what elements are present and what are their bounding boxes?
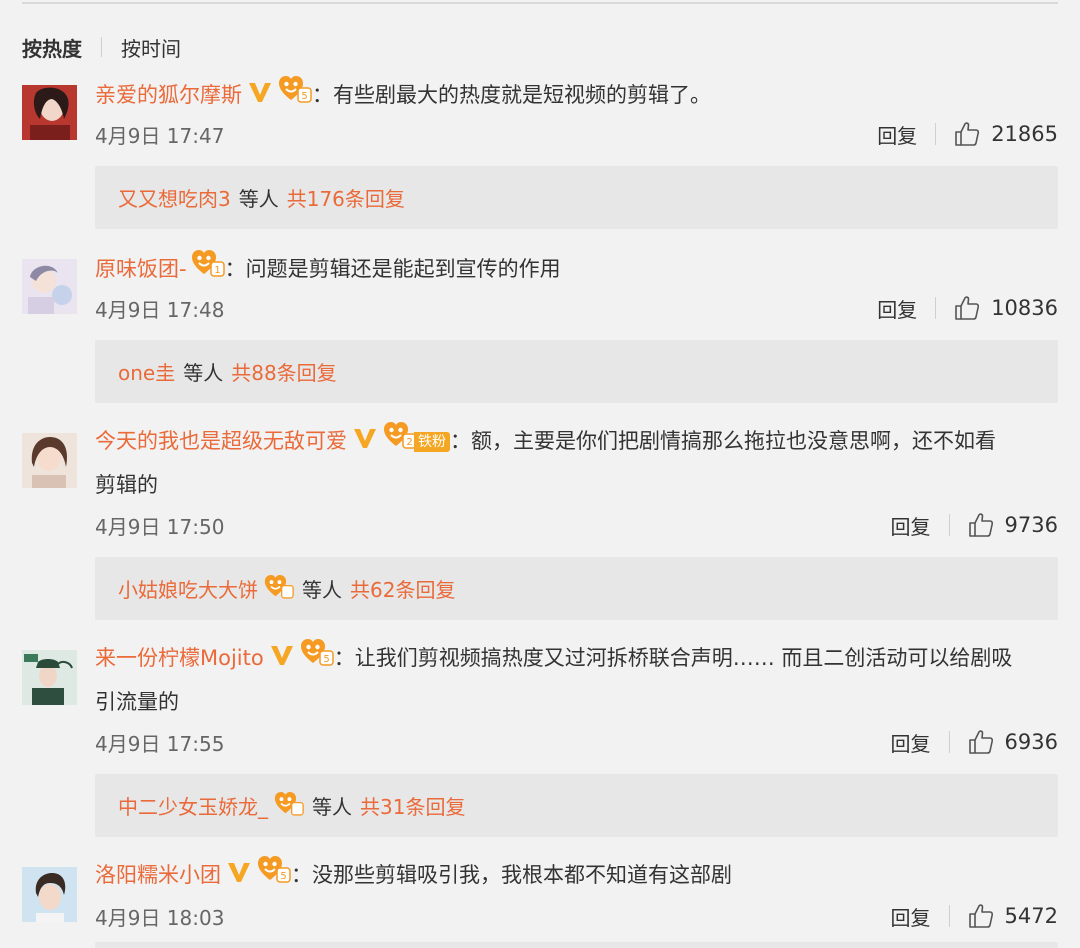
reply-preview-middle: 等人 — [183, 361, 224, 385]
thumbs-up-icon[interactable] — [954, 295, 980, 321]
reply-preview-names[interactable]: one圭 — [118, 357, 175, 386]
v-badge-icon — [248, 75, 272, 117]
reply-preview-names[interactable]: 小姑娘吃大大饼 — [118, 574, 258, 603]
avatar[interactable] — [22, 867, 77, 922]
svg-text:5: 5 — [280, 871, 286, 882]
reply-preview-box[interactable]: 中二少女玉娇龙_ 等人 共31条回复 — [95, 774, 1058, 837]
comment-text: 有些剧最大的热度就是短视频的剪辑了。 — [333, 83, 711, 107]
comment-3-text-line: 今天的我也是超级无敌可爱 2 铁粉 ：额，主要是你们把剧情搞那么拖拉也没意思啊，还不如… — [95, 420, 1058, 463]
reply-button[interactable]: 回复 — [891, 511, 931, 540]
reply-preview-total[interactable]: 共88条回复 — [231, 357, 336, 386]
reply-preview-total[interactable]: 共31条回复 — [360, 791, 465, 820]
reply-preview-total[interactable]: 共62条回复 — [350, 574, 455, 603]
thumbs-up-icon[interactable] — [954, 121, 980, 147]
comment-text: 没那些剪辑吸引我，我根本都不知道有这部剧 — [312, 863, 732, 887]
reply-preview-box[interactable]: 小姑娘吃大大饼 等人 共62条回复 — [95, 557, 1058, 620]
meta-divider — [935, 297, 937, 319]
meta-divider — [948, 905, 950, 927]
comment-2-text-line: 原味饭团- 1 ：问题是剪辑还是能起到宣传的作用 — [95, 248, 1058, 291]
comment-meta: 4月9日 17:50 回复 9736 — [95, 507, 1058, 543]
reply-preview-middle: 等人 — [238, 187, 279, 211]
avatar[interactable] — [22, 259, 77, 314]
fan-heart-badge-icon[interactable]: 5 — [257, 855, 291, 897]
like-count: 5472 — [1004, 904, 1058, 928]
fan-heart-badge-icon — [264, 574, 294, 604]
comment-text: 额，主要是你们把剧情搞那么拖拉也没意思啊，还不如看 — [471, 429, 996, 453]
username[interactable]: 今天的我也是超级无敌可爱 — [95, 429, 347, 453]
colon: ： — [224, 257, 246, 281]
like-count: 10836 — [991, 296, 1058, 320]
fan-heart-badge-icon — [274, 791, 304, 821]
v-badge-icon — [270, 638, 294, 680]
comment-text-continued: 剪辑的 — [95, 473, 158, 497]
sort-divider — [101, 37, 102, 57]
colon: ： — [333, 646, 355, 670]
username[interactable]: 原味饭团- — [95, 257, 187, 281]
comment-meta: 4月9日 18:03 回复 5472 — [95, 898, 1058, 934]
reply-button[interactable]: 回复 — [877, 294, 917, 323]
comment-meta: 4月9日 17:48 回复 10836 — [95, 290, 1058, 326]
like-count: 21865 — [991, 122, 1058, 146]
colon: ： — [450, 429, 471, 453]
meta-divider — [935, 123, 937, 145]
comment-time: 4月9日 17:50 — [95, 514, 225, 539]
svg-text:5: 5 — [301, 91, 307, 102]
reply-preview-middle: 等人 — [312, 795, 352, 819]
comment-4-text-line-2: 引流量的 — [95, 681, 1058, 723]
sort-by-hot-tab[interactable]: 按热度 — [22, 33, 82, 62]
avatar[interactable] — [22, 650, 77, 705]
svg-text:2: 2 — [406, 437, 412, 448]
reply-preview-box[interactable]: one圭 等人 共88条回复 — [95, 340, 1058, 403]
v-badge-icon — [227, 855, 251, 897]
meta-divider — [948, 731, 950, 753]
thumbs-up-icon[interactable] — [968, 512, 994, 538]
comment-text: 让我们剪视频搞热度又过河拆桥联合声明…… 而且二创活动可以给剧吸 — [354, 646, 1013, 670]
avatar[interactable] — [22, 85, 77, 140]
comment-time: 4月9日 17:48 — [95, 297, 225, 322]
reply-preview-box[interactable]: 又又想吃肉3 等人 共176条回复 — [95, 166, 1058, 229]
colon: ： — [291, 863, 312, 887]
reply-button[interactable]: 回复 — [891, 902, 931, 931]
comment-5-text-line: 洛阳糯米小团 5 ：没那些剪辑吸引我，我根本都不知道有这部剧 — [95, 854, 1058, 897]
comment-meta: 4月9日 17:47 回复 21865 — [95, 116, 1058, 152]
thumbs-up-icon[interactable] — [968, 729, 994, 755]
colon: ： — [312, 83, 333, 107]
comment-1-text-line: 亲爱的狐尔摩斯 5 ：有些剧最大的热度就是短视频的剪辑了。 — [95, 74, 1058, 117]
svg-text:5: 5 — [323, 654, 329, 665]
top-divider — [22, 2, 1058, 4]
username[interactable]: 洛阳糯米小团 — [95, 863, 221, 887]
svg-text:1: 1 — [214, 265, 220, 276]
comment-meta: 4月9日 17:55 回复 6936 — [95, 724, 1058, 760]
username[interactable]: 来一份柠檬Mojito — [95, 646, 264, 670]
sort-bar: 按热度 按时间 — [22, 32, 181, 62]
fan-heart-badge-icon[interactable]: 5 — [300, 638, 334, 680]
reply-button[interactable]: 回复 — [877, 120, 917, 149]
comment-text-continued: 引流量的 — [95, 690, 179, 714]
fan-heart-badge-icon[interactable]: 1 — [191, 249, 225, 291]
thumbs-up-icon[interactable] — [968, 903, 994, 929]
reply-preview-box-partial — [95, 942, 1058, 948]
username[interactable]: 亲爱的狐尔摩斯 — [95, 83, 242, 107]
reply-preview-total[interactable]: 共176条回复 — [287, 183, 405, 212]
avatar[interactable] — [22, 433, 77, 488]
meta-divider — [948, 514, 950, 536]
iron-fan-tag: 铁粉 — [414, 432, 450, 452]
comment-3-text-line-2: 剪辑的 — [95, 464, 1058, 506]
like-count: 9736 — [1004, 513, 1058, 537]
reply-button[interactable]: 回复 — [891, 728, 931, 757]
reply-preview-names[interactable]: 中二少女玉娇龙_ — [118, 791, 268, 820]
v-badge-icon — [353, 421, 377, 463]
fan-heart-badge-icon[interactable]: 5 — [278, 75, 312, 117]
comment-time: 4月9日 17:55 — [95, 731, 225, 756]
comment-time: 4月9日 17:47 — [95, 123, 225, 148]
comment-text: 问题是剪辑还是能起到宣传的作用 — [245, 257, 561, 281]
comment-time: 4月9日 18:03 — [95, 905, 225, 930]
reply-preview-middle: 等人 — [302, 578, 342, 602]
sort-by-time-tab[interactable]: 按时间 — [121, 33, 181, 62]
reply-preview-names[interactable]: 又又想吃肉3 — [118, 183, 231, 212]
comment-4-text-line: 来一份柠檬Mojito 5 ：让我们剪视频搞热度又过河拆桥联合声明…… 而且二创活动… — [95, 637, 1058, 680]
fan-heart-badge-icon[interactable]: 2 — [383, 421, 417, 463]
like-count: 6936 — [1004, 730, 1058, 754]
